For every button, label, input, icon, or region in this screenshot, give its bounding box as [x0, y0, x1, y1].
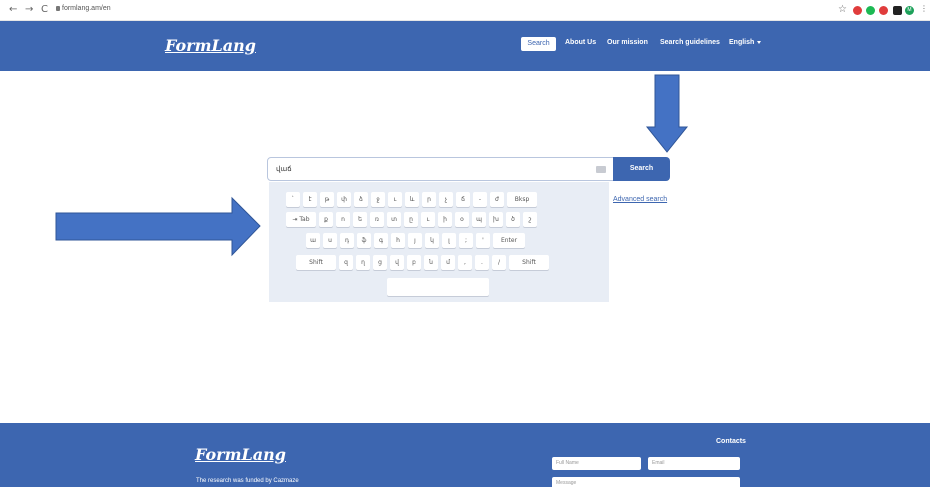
key[interactable]: ղ	[356, 255, 370, 270]
key[interactable]: ;	[459, 233, 473, 248]
key[interactable]: ծ	[506, 212, 520, 227]
key[interactable]: ս	[323, 233, 337, 248]
enter-key[interactable]: Enter	[493, 233, 525, 248]
key[interactable]: չ	[439, 192, 453, 207]
site-footer: FormLang The research was funded by Cazm…	[0, 423, 930, 490]
key[interactable]: օ	[455, 212, 469, 227]
key[interactable]: վ	[390, 255, 404, 270]
key[interactable]: կ	[425, 233, 439, 248]
key[interactable]: շ	[523, 212, 537, 227]
key[interactable]: ո	[336, 212, 350, 227]
key[interactable]: ի	[438, 212, 452, 227]
key[interactable]: ե	[353, 212, 367, 227]
key[interactable]: ,	[458, 255, 472, 270]
arrow-right-icon	[55, 196, 261, 257]
virtual-keyboard: ` է թ փ ձ ջ ւ և ր չ ճ - ժ Bksp ⇥ Tab ք ո…	[269, 182, 609, 302]
backspace-key[interactable]: Bksp	[507, 192, 537, 207]
key[interactable]: տ	[387, 212, 401, 227]
key[interactable]: գ	[374, 233, 388, 248]
key[interactable]: `	[286, 192, 300, 207]
key[interactable]: ա	[306, 233, 320, 248]
key[interactable]: բ	[407, 255, 421, 270]
key[interactable]: ֆ	[357, 233, 371, 248]
key[interactable]: ր	[422, 192, 436, 207]
key[interactable]: ն	[424, 255, 438, 270]
footer-logo[interactable]: FormLang	[195, 445, 286, 464]
advanced-search-link[interactable]: Advanced search	[613, 196, 667, 203]
key[interactable]: ճ	[456, 192, 470, 207]
key[interactable]: մ	[441, 255, 455, 270]
key[interactable]: խ	[489, 212, 503, 227]
key[interactable]: '	[476, 233, 490, 248]
key[interactable]: ջ	[371, 192, 385, 207]
key[interactable]: ը	[404, 212, 418, 227]
shift-key[interactable]: Shift	[296, 255, 336, 270]
key[interactable]: .	[475, 255, 489, 270]
key[interactable]: ռ	[370, 212, 384, 227]
key[interactable]: ժ	[490, 192, 504, 207]
key[interactable]: և	[405, 192, 419, 207]
keyboard-icon[interactable]	[596, 166, 606, 173]
key[interactable]: ք	[319, 212, 333, 227]
key[interactable]: /	[492, 255, 506, 270]
search-input[interactable]: վաճ	[267, 157, 614, 181]
key[interactable]: զ	[339, 255, 353, 270]
key[interactable]: -	[473, 192, 487, 207]
email-field[interactable]: Email	[648, 457, 740, 470]
space-key[interactable]	[387, 278, 489, 296]
full-name-field[interactable]: Full Name	[552, 457, 641, 470]
key[interactable]: ձ	[354, 192, 368, 207]
arrow-down-icon	[645, 74, 689, 153]
funded-text: The research was funded by Cazmaze	[196, 478, 299, 484]
key[interactable]: դ	[340, 233, 354, 248]
tab-key[interactable]: ⇥ Tab	[286, 212, 316, 227]
key[interactable]: ւ	[388, 192, 402, 207]
key[interactable]: լ	[442, 233, 456, 248]
key[interactable]: փ	[337, 192, 351, 207]
key[interactable]: յ	[408, 233, 422, 248]
contacts-heading: Contacts	[716, 438, 746, 445]
key[interactable]: թ	[320, 192, 334, 207]
key[interactable]: պ	[472, 212, 486, 227]
shift-key[interactable]: Shift	[509, 255, 549, 270]
key[interactable]: հ	[391, 233, 405, 248]
key[interactable]: ւ	[421, 212, 435, 227]
key[interactable]: ց	[373, 255, 387, 270]
key[interactable]: է	[303, 192, 317, 207]
message-field[interactable]: Message	[552, 477, 740, 490]
search-button[interactable]: Search	[613, 157, 670, 181]
search-input-value: վաճ	[276, 166, 292, 173]
